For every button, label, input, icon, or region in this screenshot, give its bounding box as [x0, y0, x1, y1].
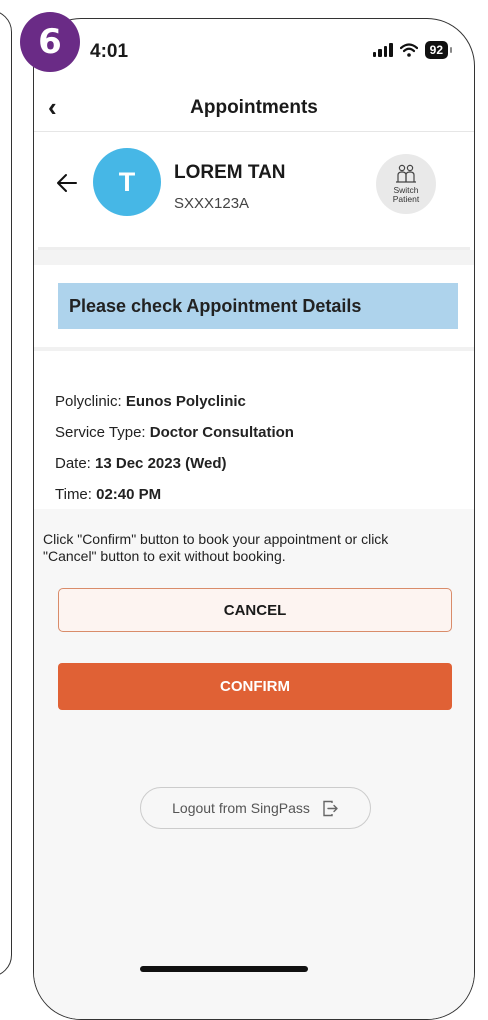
- patient-name: LOREM TAN: [174, 162, 286, 183]
- arrow-left-icon[interactable]: [54, 170, 80, 196]
- service-type-label: Service Type:: [55, 424, 150, 441]
- signal-icon: [372, 43, 393, 57]
- service-type-value: Doctor Consultation: [149, 424, 294, 441]
- confirm-button[interactable]: CONFIRM: [58, 663, 452, 710]
- battery-icon: 92: [424, 41, 453, 59]
- avatar: T: [93, 148, 161, 216]
- time-row: Time: 02:40 PM: [55, 486, 161, 503]
- step-number-badge: 6: [20, 12, 80, 72]
- section-divider: [34, 250, 474, 265]
- polyclinic-row: Polyclinic: Eunos Polyclinic: [55, 393, 246, 410]
- logout-icon: [323, 800, 338, 816]
- polyclinic-label: Polyclinic:: [55, 393, 126, 410]
- date-value: 13 Dec 2023 (Wed): [95, 455, 227, 472]
- home-indicator[interactable]: [140, 966, 308, 972]
- switch-patient-button[interactable]: Switch Patient: [376, 154, 436, 214]
- status-bar: 4:01 92: [34, 19, 474, 79]
- polyclinic-value: Eunos Polyclinic: [125, 393, 246, 410]
- appointment-details: Polyclinic: Eunos Polyclinic Service Typ…: [38, 351, 470, 506]
- patient-id: SXXX123A: [174, 195, 250, 212]
- instruction-text: Click "Confirm" button to book your appo…: [43, 531, 389, 564]
- date-label: Date:: [55, 455, 96, 472]
- check-section: Please check Appointment Details: [38, 265, 470, 347]
- status-time: 4:01: [90, 41, 129, 62]
- service-type-row: Service Type: Doctor Consultation: [55, 424, 294, 441]
- check-details-banner: Please check Appointment Details: [58, 283, 458, 329]
- cancel-button[interactable]: CANCEL: [58, 588, 452, 632]
- people-icon: [396, 164, 416, 183]
- status-icons: 92: [372, 41, 453, 59]
- time-label: Time:: [55, 486, 97, 503]
- patient-card: T LOREM TAN SXXX123A Switch Patient: [38, 132, 470, 250]
- wifi-icon: [399, 43, 418, 57]
- date-row: Date: 13 Dec 2023 (Wed): [55, 455, 227, 472]
- nav-header: ‹ Appointments: [34, 89, 474, 132]
- page-title: Appointments: [190, 97, 318, 118]
- logout-label: Logout from SingPass: [172, 800, 310, 816]
- logout-singpass-button[interactable]: Logout from SingPass: [140, 787, 371, 829]
- action-area: Click "Confirm" button to book your appo…: [34, 509, 474, 1019]
- time-value: 02:40 PM: [96, 486, 162, 503]
- switch-patient-label-2: Patient: [392, 194, 420, 204]
- previous-screen-edge: [0, 10, 12, 977]
- phone-frame: 4:01 92 ‹ Appointments T LOREM TAN SXXX1…: [33, 18, 475, 1020]
